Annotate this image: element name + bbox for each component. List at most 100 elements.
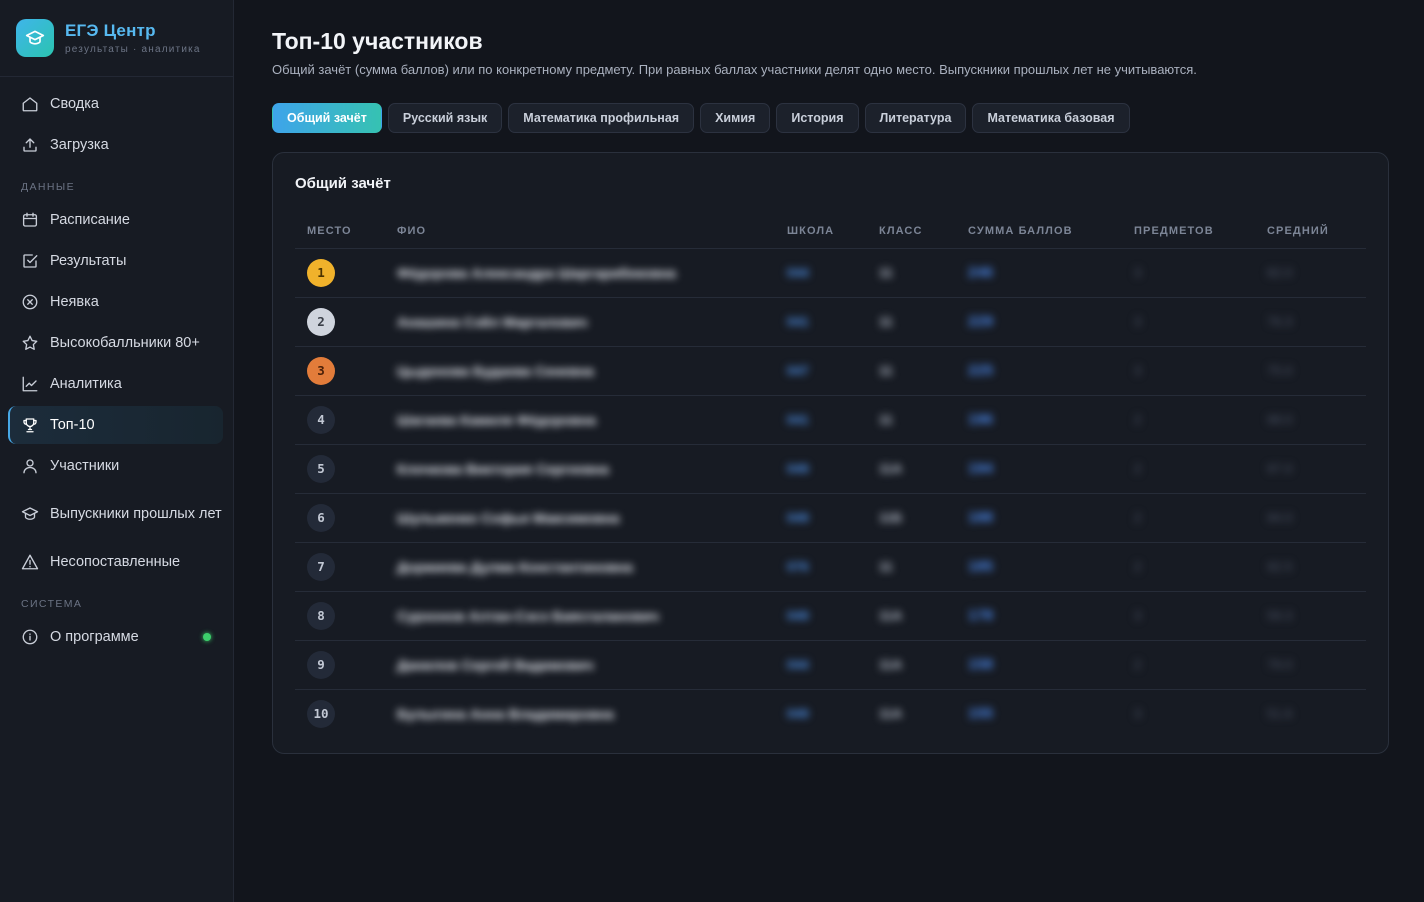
table-body: 1 Фёдорова Александра Шаргарибековна 044 11… — [295, 248, 1366, 738]
class-value: 11А — [879, 461, 903, 476]
participant-name[interactable]: Анашина Сэйл Маргалович — [397, 314, 587, 330]
cell-school: 076 — [775, 542, 867, 592]
cell-subjects: 3 — [1122, 591, 1255, 641]
cell-place: 10 — [295, 689, 385, 738]
tab-history[interactable]: История — [776, 103, 859, 133]
participant-name[interactable]: Фёдорова Александра Шаргарибековна — [397, 265, 676, 281]
cell-class: 11 — [867, 395, 956, 445]
subjects-count: 3 — [1134, 608, 1142, 623]
top10-panel: Общий зачёт МЕСТО ФИО ШКОЛА КЛАСС СУММА … — [272, 152, 1389, 754]
cell-average: 98.0 — [1255, 395, 1366, 445]
table-row[interactable]: 6 Шульженко Софья Максимовна 049 11Б 188 2 94.… — [295, 493, 1366, 543]
graduation-cap-logo-icon — [16, 19, 54, 57]
cell-place: 9 — [295, 640, 385, 690]
cell-class: 11Б — [867, 493, 956, 543]
tab-chemistry[interactable]: Химия — [700, 103, 771, 133]
table-row[interactable]: 9 Данилов Сергей Вадимович 044 11А 158 2 79.0 — [295, 640, 1366, 690]
table-row[interactable]: 2 Анашина Сэйл Маргалович 041 11 229 3 76.3 — [295, 297, 1366, 347]
participant-name[interactable]: Клочкова Виктория Сергеевна — [397, 461, 609, 477]
sidebar-item-top10[interactable]: Топ-10 — [8, 406, 223, 444]
sidebar-item-results[interactable]: Результаты — [8, 242, 223, 280]
cell-subjects: 3 — [1122, 689, 1255, 738]
subject-tabs: Общий зачёт Русский язык Математика проф… — [272, 103, 1389, 133]
rank-badge: 9 — [307, 650, 335, 679]
cell-average: 59.3 — [1255, 591, 1366, 641]
cell-subjects: 2 — [1122, 493, 1255, 543]
sidebar-item-about[interactable]: О программе — [8, 618, 223, 656]
table-row[interactable]: 10 Булыгина Анна Владимировна 049 11А 155 3 51… — [295, 689, 1366, 738]
average-score: 59.3 — [1267, 608, 1293, 623]
cell-fio: Шульженко Софья Максимовна — [385, 493, 775, 543]
sidebar-item-label: Участники — [50, 458, 120, 474]
rank-badge: 7 — [307, 552, 335, 581]
school-number: 076 — [787, 559, 809, 574]
tab-russian[interactable]: Русский язык — [387, 103, 503, 133]
participant-name[interactable]: Шульженко Софья Максимовна — [397, 510, 619, 526]
participant-name[interactable]: Сурхонов Алтан-Сэсэ Баясгаланович — [397, 608, 659, 624]
table-row[interactable]: 1 Фёдорова Александра Шаргарибековна 044 11… — [295, 248, 1366, 298]
participant-name[interactable]: Данилов Сергей Вадимович — [397, 657, 594, 673]
sidebar-item-analytics[interactable]: Аналитика — [8, 365, 223, 403]
cell-subjects: 3 — [1122, 248, 1255, 298]
average-score: 97.0 — [1267, 461, 1293, 476]
sidebar-item-label: Топ-10 — [50, 417, 95, 433]
class-value: 11 — [879, 314, 893, 329]
sidebar-item-upload[interactable]: Загрузка — [8, 126, 223, 164]
class-value: 11А — [879, 706, 903, 722]
school-number: 049 — [787, 510, 809, 525]
cell-place: 8 — [295, 591, 385, 641]
average-score: 51.6 — [1267, 706, 1293, 722]
cell-place: 3 — [295, 346, 385, 396]
column-header-place: МЕСТО — [295, 214, 385, 249]
table-row[interactable]: 3 Цыденова Будаева Сеневна 047 11 225 3 75.0 — [295, 346, 1366, 396]
sidebar-item-absence[interactable]: Неявка — [8, 283, 223, 321]
class-value: 11 — [879, 559, 893, 574]
upload-icon — [23, 138, 37, 152]
school-number: 049 — [787, 706, 809, 722]
sidebar-item-past-graduates[interactable]: Выпускники прошлых лет — [8, 488, 223, 540]
sidebar-item-high-scorers[interactable]: Высокобалльники 80+ — [8, 324, 223, 362]
sidebar-item-label: Результаты — [50, 253, 127, 269]
sidebar-item-participants[interactable]: Участники — [8, 447, 223, 485]
participant-name[interactable]: Шагаева Камиля Фёдоровна — [397, 412, 596, 428]
cell-school: 049 — [775, 444, 867, 494]
cell-class: 11 — [867, 248, 956, 298]
tab-literature[interactable]: Литература — [864, 103, 967, 133]
table-row[interactable]: 8 Сурхонов Алтан-Сэсэ Баясгаланович 049 11А… — [295, 591, 1366, 641]
cell-average: 75.0 — [1255, 346, 1366, 396]
tab-overall[interactable]: Общий зачёт — [272, 103, 382, 133]
participant-name[interactable]: Цыденова Будаева Сеневна — [397, 363, 594, 379]
tab-math-profile[interactable]: Математика профильная — [508, 103, 695, 133]
cell-school: 047 — [775, 346, 867, 396]
checkbox-icon — [23, 254, 38, 268]
class-value: 11 — [879, 363, 893, 378]
average-score: 76.3 — [1267, 314, 1293, 329]
participant-name[interactable]: Булыгина Анна Владимировна — [397, 706, 614, 722]
participant-name[interactable]: Доржиева Дулма Константиновна — [397, 559, 633, 575]
score-sum: 185 — [968, 558, 994, 575]
info-icon — [22, 629, 38, 645]
cell-sum: 246 — [956, 248, 1122, 298]
tab-math-basic[interactable]: Математика базовая — [972, 103, 1130, 133]
sidebar-item-schedule[interactable]: Расписание — [8, 201, 223, 239]
table-row[interactable]: 5 Клочкова Виктория Сергеевна 049 11А 194 2 97… — [295, 444, 1366, 494]
table-row[interactable]: 7 Доржиева Дулма Константиновна 076 11 185 2 9… — [295, 542, 1366, 592]
sidebar-item-label: Несопоставленные — [50, 554, 181, 570]
cell-school: 049 — [775, 591, 867, 641]
cell-average: 94.0 — [1255, 493, 1366, 543]
school-number: 041 — [787, 314, 809, 329]
cell-fio: Доржиева Дулма Константиновна — [385, 542, 775, 592]
class-value: 11Б — [879, 510, 903, 525]
column-header-average: СРЕДНИЙ — [1255, 214, 1366, 249]
sidebar-item-summary[interactable]: Сводка — [8, 85, 223, 123]
column-header-sum: СУММА БАЛЛОВ — [956, 214, 1122, 249]
cell-sum: 155 — [956, 689, 1122, 738]
cell-subjects: 2 — [1122, 444, 1255, 494]
brand[interactable]: ЕГЭ Центр результаты · аналитика — [0, 0, 233, 77]
subjects-count: 2 — [1134, 559, 1142, 574]
sidebar-item-unmatched[interactable]: Несопоставленные — [8, 543, 223, 581]
table-row[interactable]: 4 Шагаева Камиля Фёдоровна 041 11 196 2 98.0 — [295, 395, 1366, 445]
cell-subjects: 3 — [1122, 346, 1255, 396]
cell-subjects: 2 — [1122, 542, 1255, 592]
cell-class: 11А — [867, 689, 956, 738]
